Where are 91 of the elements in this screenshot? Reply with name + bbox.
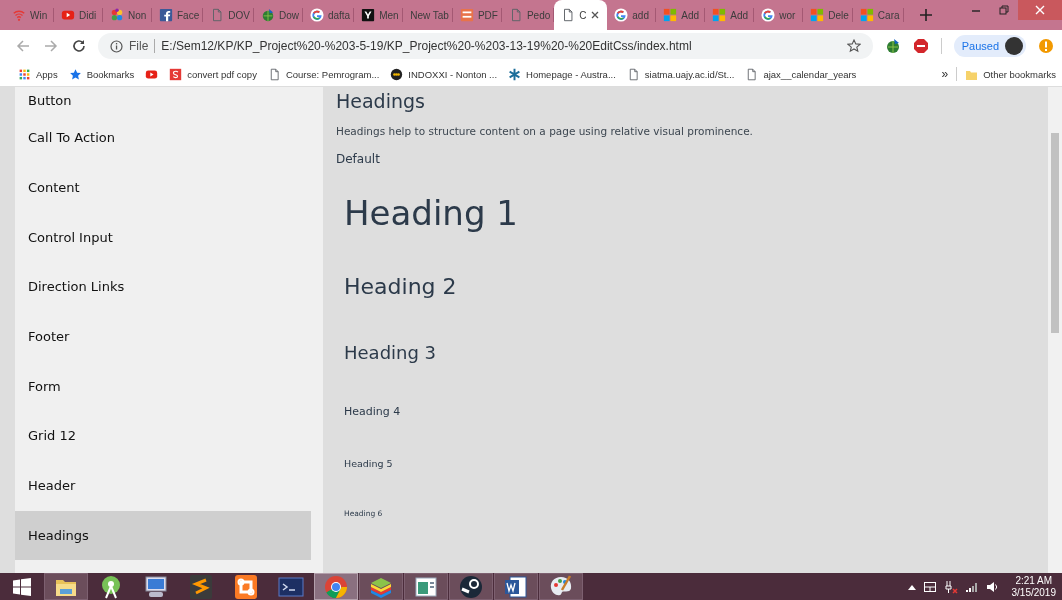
reload-button[interactable]	[72, 39, 86, 53]
colored-g-icon	[761, 8, 776, 22]
alert-icon	[1038, 38, 1054, 54]
sidebar-item[interactable]: Footer	[15, 311, 311, 362]
play-icon	[145, 67, 159, 81]
heading-sample: Heading 4	[344, 405, 401, 418]
sidebar-item[interactable]: Content	[15, 162, 311, 213]
sidebar-item[interactable]: Headings	[15, 510, 311, 561]
heading-sample: Heading 5	[344, 458, 393, 469]
taskbar-app[interactable]	[494, 573, 538, 600]
page-icon	[210, 8, 225, 22]
document-w-icon	[503, 573, 529, 600]
star-outline-icon	[846, 39, 861, 53]
knot-tile-icon	[233, 573, 259, 600]
sidebar-item[interactable]: Grid 12	[15, 411, 311, 461]
taskbar-app[interactable]	[449, 573, 493, 600]
forward-icon	[44, 39, 58, 53]
four-squares-icon	[810, 8, 825, 22]
bookmark-item[interactable]: convert pdf copy	[169, 67, 257, 81]
taskbar-app[interactable]	[539, 573, 583, 600]
s-letter-tile-icon	[188, 573, 214, 600]
page-icon	[561, 8, 576, 22]
globe-icon	[260, 8, 275, 22]
bookmark-item[interactable]: Apps	[18, 67, 58, 81]
plus-icon	[919, 9, 932, 21]
letter-f-icon	[159, 8, 173, 22]
start-icon	[12, 576, 32, 597]
reload-icon	[72, 39, 86, 53]
star-icon	[68, 67, 82, 81]
bookmark-item[interactable]: Course: Pemrogram...	[267, 67, 380, 81]
overflow-chevron[interactable]: »	[941, 67, 949, 81]
browser-tab[interactable]: C	[554, 0, 608, 30]
profile-button[interactable]: Paused	[953, 35, 1026, 57]
sidebar-item[interactable]: Call To Action	[15, 113, 311, 163]
circle-logo-icon	[323, 573, 349, 600]
bookmark-item[interactable]: ajax__calendar_years	[745, 67, 857, 81]
address-bar[interactable]: File E:/Sem12/KP/KP_Project%20-%203-5-19/KP_Project%20-%203-13-19%20-%20EditCss/index.html	[98, 33, 873, 59]
section-title: Headings	[336, 90, 426, 112]
extension-button[interactable]	[884, 38, 901, 54]
heading-sample: Heading 1	[344, 193, 518, 233]
scheme-label: File	[129, 39, 156, 53]
pinwheel-icon	[110, 8, 124, 22]
url-text: E:/Sem12/KP/KP_Project%20-%203-5-19/KP_Project%20-%203-13-19%20-%20EditCss/index.html	[161, 39, 693, 53]
close-icon	[1035, 5, 1045, 15]
bookmark-item[interactable]: siatma.uajy.ac.id/St...	[626, 67, 735, 81]
extension-button[interactable]	[912, 38, 929, 54]
sidebar-item[interactable]: Direction Links	[15, 262, 311, 312]
close-icon	[590, 11, 599, 19]
keyboard-icon	[923, 581, 936, 592]
bookmark-item[interactable]: INDOXXI - Nonton ...	[390, 67, 498, 81]
page-icon	[745, 67, 759, 81]
signal-icon	[965, 581, 978, 592]
heading-sample: Heading 3	[344, 342, 437, 363]
stop-sign-icon	[912, 38, 929, 54]
variant-label: Default	[336, 152, 381, 166]
restore-icon	[999, 5, 1009, 15]
other-bookmarks[interactable]: Other bookmarks	[965, 67, 1056, 81]
piston-circle-icon	[458, 573, 484, 600]
section-description: Headings help to structure content on a page using relative visual prominence.	[336, 125, 754, 137]
scrollbar[interactable]	[1048, 87, 1062, 573]
sidebar-item[interactable]: Header	[15, 460, 311, 511]
pdf-icon	[459, 8, 474, 22]
sidebar-item[interactable]: Form	[15, 361, 311, 412]
monitor-icon	[143, 573, 169, 600]
bookmark-item[interactable]: Bookmarks	[68, 67, 135, 81]
letter-y-icon	[361, 8, 376, 22]
speaker-icon	[985, 580, 998, 593]
circle-badge-icon	[390, 67, 404, 81]
wifi-icon	[12, 8, 26, 22]
asterisk-icon	[508, 67, 522, 81]
play-icon	[61, 8, 75, 22]
globe-icon	[884, 38, 901, 54]
caret-up-icon	[907, 583, 916, 590]
colored-g-icon	[309, 8, 324, 22]
bookmark-item[interactable]	[145, 67, 159, 81]
colored-g-icon	[614, 8, 629, 22]
sidebar-item[interactable]: Control Input	[15, 212, 311, 263]
taskbar-app[interactable]	[404, 573, 448, 600]
plug-icon	[943, 579, 958, 594]
four-squares-icon	[712, 8, 727, 22]
letter-s-icon	[169, 67, 183, 81]
grid-dots-icon	[18, 67, 31, 81]
four-squares-icon	[859, 8, 874, 22]
clock[interactable]: 2:21 AM 3/15/2019	[1011, 574, 1056, 599]
sidebar-item[interactable]: Button	[15, 87, 311, 113]
four-squares-icon	[663, 8, 678, 22]
bookmark-item[interactable]: Homepage - Austra...	[508, 67, 616, 81]
avatar	[1005, 37, 1023, 55]
info-icon	[110, 39, 123, 53]
back-icon	[16, 39, 30, 53]
heading-sample: Heading 2	[344, 274, 457, 299]
